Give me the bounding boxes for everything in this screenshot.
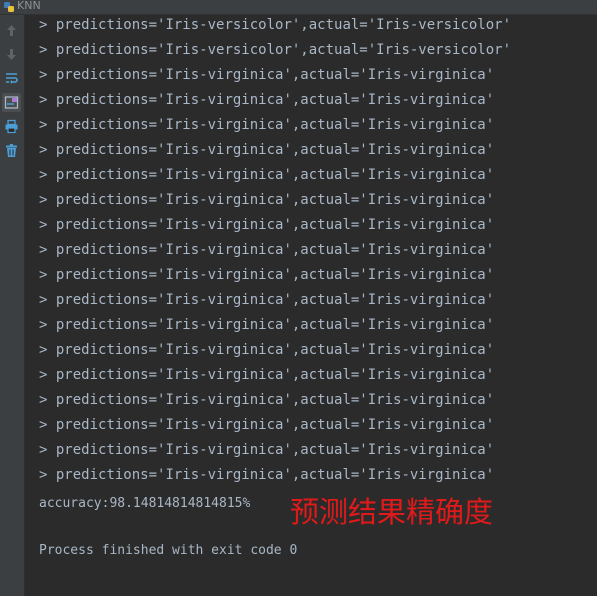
console-line: > predictions='Iris-virginica',actual='I… bbox=[39, 88, 494, 113]
console-line-text: predictions='Iris-virginica',actual='Iri… bbox=[55, 192, 495, 208]
console-line-text: predictions='Iris-virginica',actual='Iri… bbox=[55, 417, 495, 433]
print-button[interactable] bbox=[2, 117, 21, 136]
console-line: > predictions='Iris-virginica',actual='I… bbox=[39, 288, 494, 313]
console-line-text: predictions='Iris-virginica',actual='Iri… bbox=[55, 292, 495, 308]
prompt-marker: > bbox=[39, 292, 48, 308]
prompt-marker: > bbox=[39, 192, 48, 208]
prompt-marker: > bbox=[39, 92, 48, 108]
prompt-marker: > bbox=[39, 117, 48, 133]
console-line-text: predictions='Iris-virginica',actual='Iri… bbox=[55, 467, 495, 483]
console-output[interactable]: > predictions='Iris-versicolor',actual='… bbox=[25, 15, 597, 596]
console-line-text: predictions='Iris-virginica',actual='Iri… bbox=[55, 117, 495, 133]
prompt-marker: > bbox=[39, 142, 48, 158]
down-arrow-icon bbox=[7, 49, 16, 60]
prompt-marker: > bbox=[39, 17, 48, 33]
window-title: KNN bbox=[17, 0, 41, 12]
console-line: > predictions='Iris-virginica',actual='I… bbox=[39, 63, 494, 88]
console-line: > predictions='Iris-virginica',actual='I… bbox=[39, 438, 494, 463]
console-line: > predictions='Iris-virginica',actual='I… bbox=[39, 388, 494, 413]
prompt-marker: > bbox=[39, 317, 48, 333]
console-line: > predictions='Iris-virginica',actual='I… bbox=[39, 188, 494, 213]
console-line-text: predictions='Iris-virginica',actual='Iri… bbox=[55, 442, 495, 458]
console-line-text: predictions='Iris-virginica',actual='Iri… bbox=[55, 342, 495, 358]
console-toolbar bbox=[0, 15, 25, 596]
process-finished-message: Process finished with exit code 0 bbox=[39, 543, 298, 558]
prompt-marker: > bbox=[39, 392, 48, 408]
console-line-text: predictions='Iris-virginica',actual='Iri… bbox=[55, 267, 495, 283]
console-line: > predictions='Iris-versicolor',actual='… bbox=[39, 38, 511, 63]
console-line-text: predictions='Iris-versicolor',actual='Ir… bbox=[55, 42, 512, 58]
prompt-marker: > bbox=[39, 167, 48, 183]
console-line-text: predictions='Iris-virginica',actual='Iri… bbox=[55, 367, 495, 383]
console-line-text: predictions='Iris-virginica',actual='Iri… bbox=[55, 242, 495, 258]
console-line-text: predictions='Iris-virginica',actual='Iri… bbox=[55, 392, 495, 408]
console-line: > predictions='Iris-virginica',actual='I… bbox=[39, 238, 494, 263]
console-line: > predictions='Iris-virginica',actual='I… bbox=[39, 413, 494, 438]
prompt-marker: > bbox=[39, 42, 48, 58]
console-line: > predictions='Iris-virginica',actual='I… bbox=[39, 338, 494, 363]
up-arrow-icon bbox=[7, 25, 16, 36]
prompt-marker: > bbox=[39, 467, 48, 483]
console-line-text: predictions='Iris-virginica',actual='Iri… bbox=[55, 217, 495, 233]
prompt-marker: > bbox=[39, 67, 48, 83]
prompt-marker: > bbox=[39, 417, 48, 433]
console-line-text: predictions='Iris-versicolor',actual='Ir… bbox=[55, 17, 512, 33]
scroll-to-end-icon bbox=[4, 96, 19, 109]
prompt-marker: > bbox=[39, 242, 48, 258]
console-line: > predictions='Iris-virginica',actual='I… bbox=[39, 163, 494, 188]
console-line: > predictions='Iris-virginica',actual='I… bbox=[39, 263, 494, 288]
scroll-to-end-button[interactable] bbox=[2, 93, 21, 112]
up-arrow-button[interactable] bbox=[2, 21, 21, 40]
console-line-text: predictions='Iris-virginica',actual='Iri… bbox=[55, 317, 495, 333]
console-line: > predictions='Iris-versicolor',actual='… bbox=[39, 13, 511, 38]
accuracy-output: accuracy:98.14814814814815% bbox=[39, 496, 251, 511]
prompt-marker: > bbox=[39, 442, 48, 458]
console-line-text: predictions='Iris-virginica',actual='Iri… bbox=[55, 167, 495, 183]
console-line-text: predictions='Iris-virginica',actual='Iri… bbox=[55, 142, 495, 158]
prompt-marker: > bbox=[39, 367, 48, 383]
console-line: > predictions='Iris-virginica',actual='I… bbox=[39, 213, 494, 238]
console-line: > predictions='Iris-virginica',actual='I… bbox=[39, 363, 494, 388]
prompt-marker: > bbox=[39, 342, 48, 358]
accuracy-annotation: 预测结果精确度 bbox=[290, 495, 494, 529]
clear-button[interactable] bbox=[2, 141, 21, 160]
console-line-text: predictions='Iris-virginica',actual='Iri… bbox=[55, 92, 495, 108]
prompt-marker: > bbox=[39, 267, 48, 283]
console-line: > predictions='Iris-virginica',actual='I… bbox=[39, 463, 494, 488]
console-line: > predictions='Iris-virginica',actual='I… bbox=[39, 113, 494, 138]
console-line: > predictions='Iris-virginica',actual='I… bbox=[39, 313, 494, 338]
soft-wrap-icon bbox=[6, 73, 18, 84]
prompt-marker: > bbox=[39, 217, 48, 233]
soft-wrap-button[interactable] bbox=[2, 69, 21, 88]
python-icon bbox=[4, 2, 14, 12]
console-line: > predictions='Iris-virginica',actual='I… bbox=[39, 138, 494, 163]
print-icon bbox=[5, 119, 18, 134]
trash-icon bbox=[6, 144, 17, 157]
console-line-text: predictions='Iris-virginica',actual='Iri… bbox=[55, 67, 495, 83]
down-arrow-button[interactable] bbox=[2, 45, 21, 64]
